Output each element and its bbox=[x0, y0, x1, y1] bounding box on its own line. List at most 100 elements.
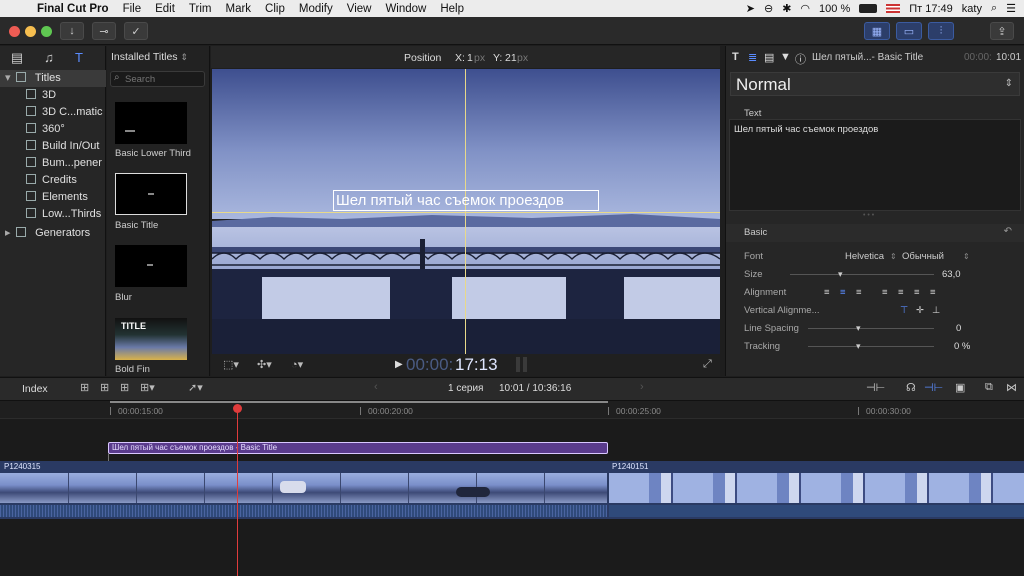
info-inspector-icon[interactable]: ⓘ bbox=[795, 51, 806, 67]
menu-mark[interactable]: Mark bbox=[218, 3, 258, 15]
sidebar-item-360[interactable]: 360° bbox=[0, 121, 106, 138]
preset-dropdown[interactable]: Normal ⇕ bbox=[730, 72, 1020, 96]
location-icon[interactable]: ➤ bbox=[746, 2, 755, 15]
resize-handle-icon[interactable]: • • • bbox=[863, 212, 874, 219]
bluetooth-icon[interactable]: ✱ bbox=[782, 2, 791, 15]
battery-icon[interactable] bbox=[859, 4, 878, 13]
title-inspector-icon[interactable]: ≣ bbox=[748, 51, 757, 64]
skimming-icon[interactable]: ⊣⊢ bbox=[866, 381, 885, 394]
select-tool-icon[interactable]: ➚▾ bbox=[188, 381, 203, 394]
append-clip-icon[interactable]: ⊞ bbox=[120, 381, 129, 394]
title-clip[interactable]: Шел пятый час съемок проездов - Basic Ti… bbox=[108, 442, 608, 454]
previous-edit-icon[interactable]: ‹ bbox=[374, 381, 378, 393]
play-button[interactable]: ▶ bbox=[395, 359, 403, 370]
reset-icon[interactable]: ↶ bbox=[1004, 226, 1012, 237]
sidebar-item-credits[interactable]: Credits bbox=[0, 172, 106, 189]
spotlight-icon[interactable]: ⌕ bbox=[991, 2, 997, 15]
timeline[interactable]: 00:00:15:00 00:00:20:00 00:00:25:00 00:0… bbox=[0, 401, 1024, 576]
align-right-icon[interactable]: ≡ bbox=[856, 284, 862, 301]
text-entry-field[interactable]: Шел пятый час съемок проездов bbox=[729, 119, 1021, 211]
menu-app[interactable]: Final Cut Pro bbox=[30, 3, 116, 15]
background-tasks-button[interactable]: ✓ bbox=[124, 22, 148, 40]
disclosure-closed-icon[interactable]: ▸ bbox=[5, 225, 13, 242]
titles-generators-icon[interactable]: T bbox=[70, 50, 88, 68]
search-input[interactable] bbox=[125, 73, 203, 85]
valign-middle-icon[interactable]: ✛ bbox=[916, 302, 924, 319]
text-inspector-icon[interactable]: T bbox=[732, 51, 739, 63]
video-clip-2[interactable] bbox=[609, 473, 1024, 503]
photos-audio-icon[interactable]: ♫ bbox=[40, 50, 58, 68]
snapping-icon[interactable]: ⊣⊢ bbox=[924, 381, 943, 394]
size-slider-track[interactable] bbox=[790, 274, 934, 275]
disclosure-open-icon[interactable]: ▾ bbox=[5, 70, 13, 87]
sidebar-item-elements[interactable]: Elements bbox=[0, 189, 106, 206]
enhance-icon[interactable]: ✣▾ bbox=[257, 358, 272, 371]
connect-clip-icon[interactable]: ⊞ bbox=[80, 381, 89, 394]
transitions-browser-icon[interactable]: ⋈ bbox=[1006, 381, 1017, 394]
menu-trim[interactable]: Trim bbox=[182, 3, 219, 15]
browser-toggle-button[interactable]: ▦ bbox=[864, 22, 890, 40]
text-entry-value[interactable]: Шел пятый час съемок проездов bbox=[734, 124, 878, 135]
menu-edit[interactable]: Edit bbox=[148, 3, 182, 15]
tracking-value[interactable]: 0 % bbox=[954, 338, 970, 355]
audio-meter-icon[interactable] bbox=[516, 357, 520, 372]
title-thumb-basic-title[interactable] bbox=[115, 173, 187, 215]
playhead-line[interactable] bbox=[237, 411, 238, 576]
clock[interactable]: Пт 17:49 bbox=[909, 3, 953, 15]
notification-center-icon[interactable]: ☰ bbox=[1006, 2, 1016, 15]
size-slider-knob[interactable]: ▾ bbox=[838, 266, 843, 283]
flag-icon[interactable] bbox=[886, 4, 901, 13]
clip-appearance-icon[interactable]: ▣ bbox=[955, 381, 965, 394]
import-button[interactable]: ↓ bbox=[60, 22, 84, 40]
index-button[interactable]: Index bbox=[22, 383, 48, 395]
headphones-icon[interactable]: ☊ bbox=[906, 381, 916, 394]
audio-meter-icon[interactable] bbox=[523, 357, 527, 372]
title-thumb-basic-lower-third[interactable] bbox=[115, 102, 187, 144]
sidebar-item-bumper-opener[interactable]: Bum...pener bbox=[0, 155, 106, 172]
timeline-ruler[interactable]: 00:00:15:00 00:00:20:00 00:00:25:00 00:0… bbox=[0, 401, 1024, 419]
justify-full-icon[interactable]: ≡ bbox=[930, 284, 936, 301]
title-thumb-blur[interactable] bbox=[115, 245, 187, 287]
sidebar-item-build-in-out[interactable]: Build In/Out bbox=[0, 138, 106, 155]
title-thumb-bold-fin[interactable]: TITLE bbox=[115, 318, 187, 360]
insert-clip-icon[interactable]: ⊞ bbox=[100, 381, 109, 394]
menu-clip[interactable]: Clip bbox=[258, 3, 292, 15]
valign-bottom-icon[interactable]: ⊥ bbox=[932, 302, 940, 319]
user-name[interactable]: katy bbox=[962, 3, 982, 15]
tracking-slider-track[interactable] bbox=[808, 346, 934, 347]
line-spacing-value[interactable]: 0 bbox=[956, 320, 961, 337]
basic-section-header[interactable]: Basic ↶ bbox=[726, 224, 1024, 242]
line-spacing-slider-knob[interactable]: ▾ bbox=[856, 320, 861, 337]
sidebar-item-titles[interactable]: ▾ Titles bbox=[0, 70, 106, 87]
justify-right-icon[interactable]: ≡ bbox=[914, 284, 920, 301]
menu-window[interactable]: Window bbox=[378, 3, 433, 15]
menu-modify[interactable]: Modify bbox=[292, 3, 340, 15]
justify-left-icon[interactable]: ≡ bbox=[882, 284, 888, 301]
align-center-icon[interactable]: ≡ bbox=[840, 284, 846, 301]
title-overlay-text[interactable]: Шел пятый час съемок проездов bbox=[336, 192, 564, 209]
sidebar-item-3d[interactable]: 3D bbox=[0, 87, 106, 104]
title-overlay-box[interactable]: Шел пятый час съемок проездов bbox=[333, 190, 599, 211]
video-clip-1[interactable] bbox=[0, 473, 607, 503]
share-button[interactable]: ⇪ bbox=[990, 22, 1014, 40]
fullscreen-icon[interactable]: ⤢ bbox=[703, 358, 712, 371]
viewer-canvas[interactable]: Шел пятый час съемок проездов bbox=[212, 69, 720, 354]
inspector-toggle-button[interactable]: ⫶ bbox=[928, 22, 954, 40]
size-value[interactable]: 63,0 bbox=[942, 266, 961, 283]
minimize-window-button[interactable] bbox=[25, 26, 36, 37]
transform-icon[interactable]: ⬚▾ bbox=[223, 358, 239, 371]
timecode[interactable]: 17:13 bbox=[455, 355, 498, 375]
tracking-slider-knob[interactable]: ▾ bbox=[856, 338, 861, 355]
timeline-toggle-button[interactable]: ▭ bbox=[896, 22, 922, 40]
next-edit-icon[interactable]: › bbox=[640, 381, 644, 393]
keywords-button[interactable]: ⊸ bbox=[92, 22, 116, 40]
color-inspector-icon[interactable]: ▼ bbox=[780, 51, 791, 63]
installed-titles-dropdown[interactable]: Installed Titles ⇕ bbox=[111, 51, 188, 63]
speed-icon[interactable]: ◔▾ bbox=[291, 358, 303, 371]
line-spacing-slider-track[interactable] bbox=[808, 328, 934, 329]
overwrite-clip-icon[interactable]: ⊞▾ bbox=[140, 381, 155, 394]
wifi-icon[interactable]: ◠ bbox=[800, 2, 810, 15]
libraries-icon[interactable]: ▤ bbox=[8, 50, 26, 68]
close-window-button[interactable] bbox=[9, 26, 20, 37]
do-not-disturb-icon[interactable]: ⊖ bbox=[764, 2, 773, 15]
